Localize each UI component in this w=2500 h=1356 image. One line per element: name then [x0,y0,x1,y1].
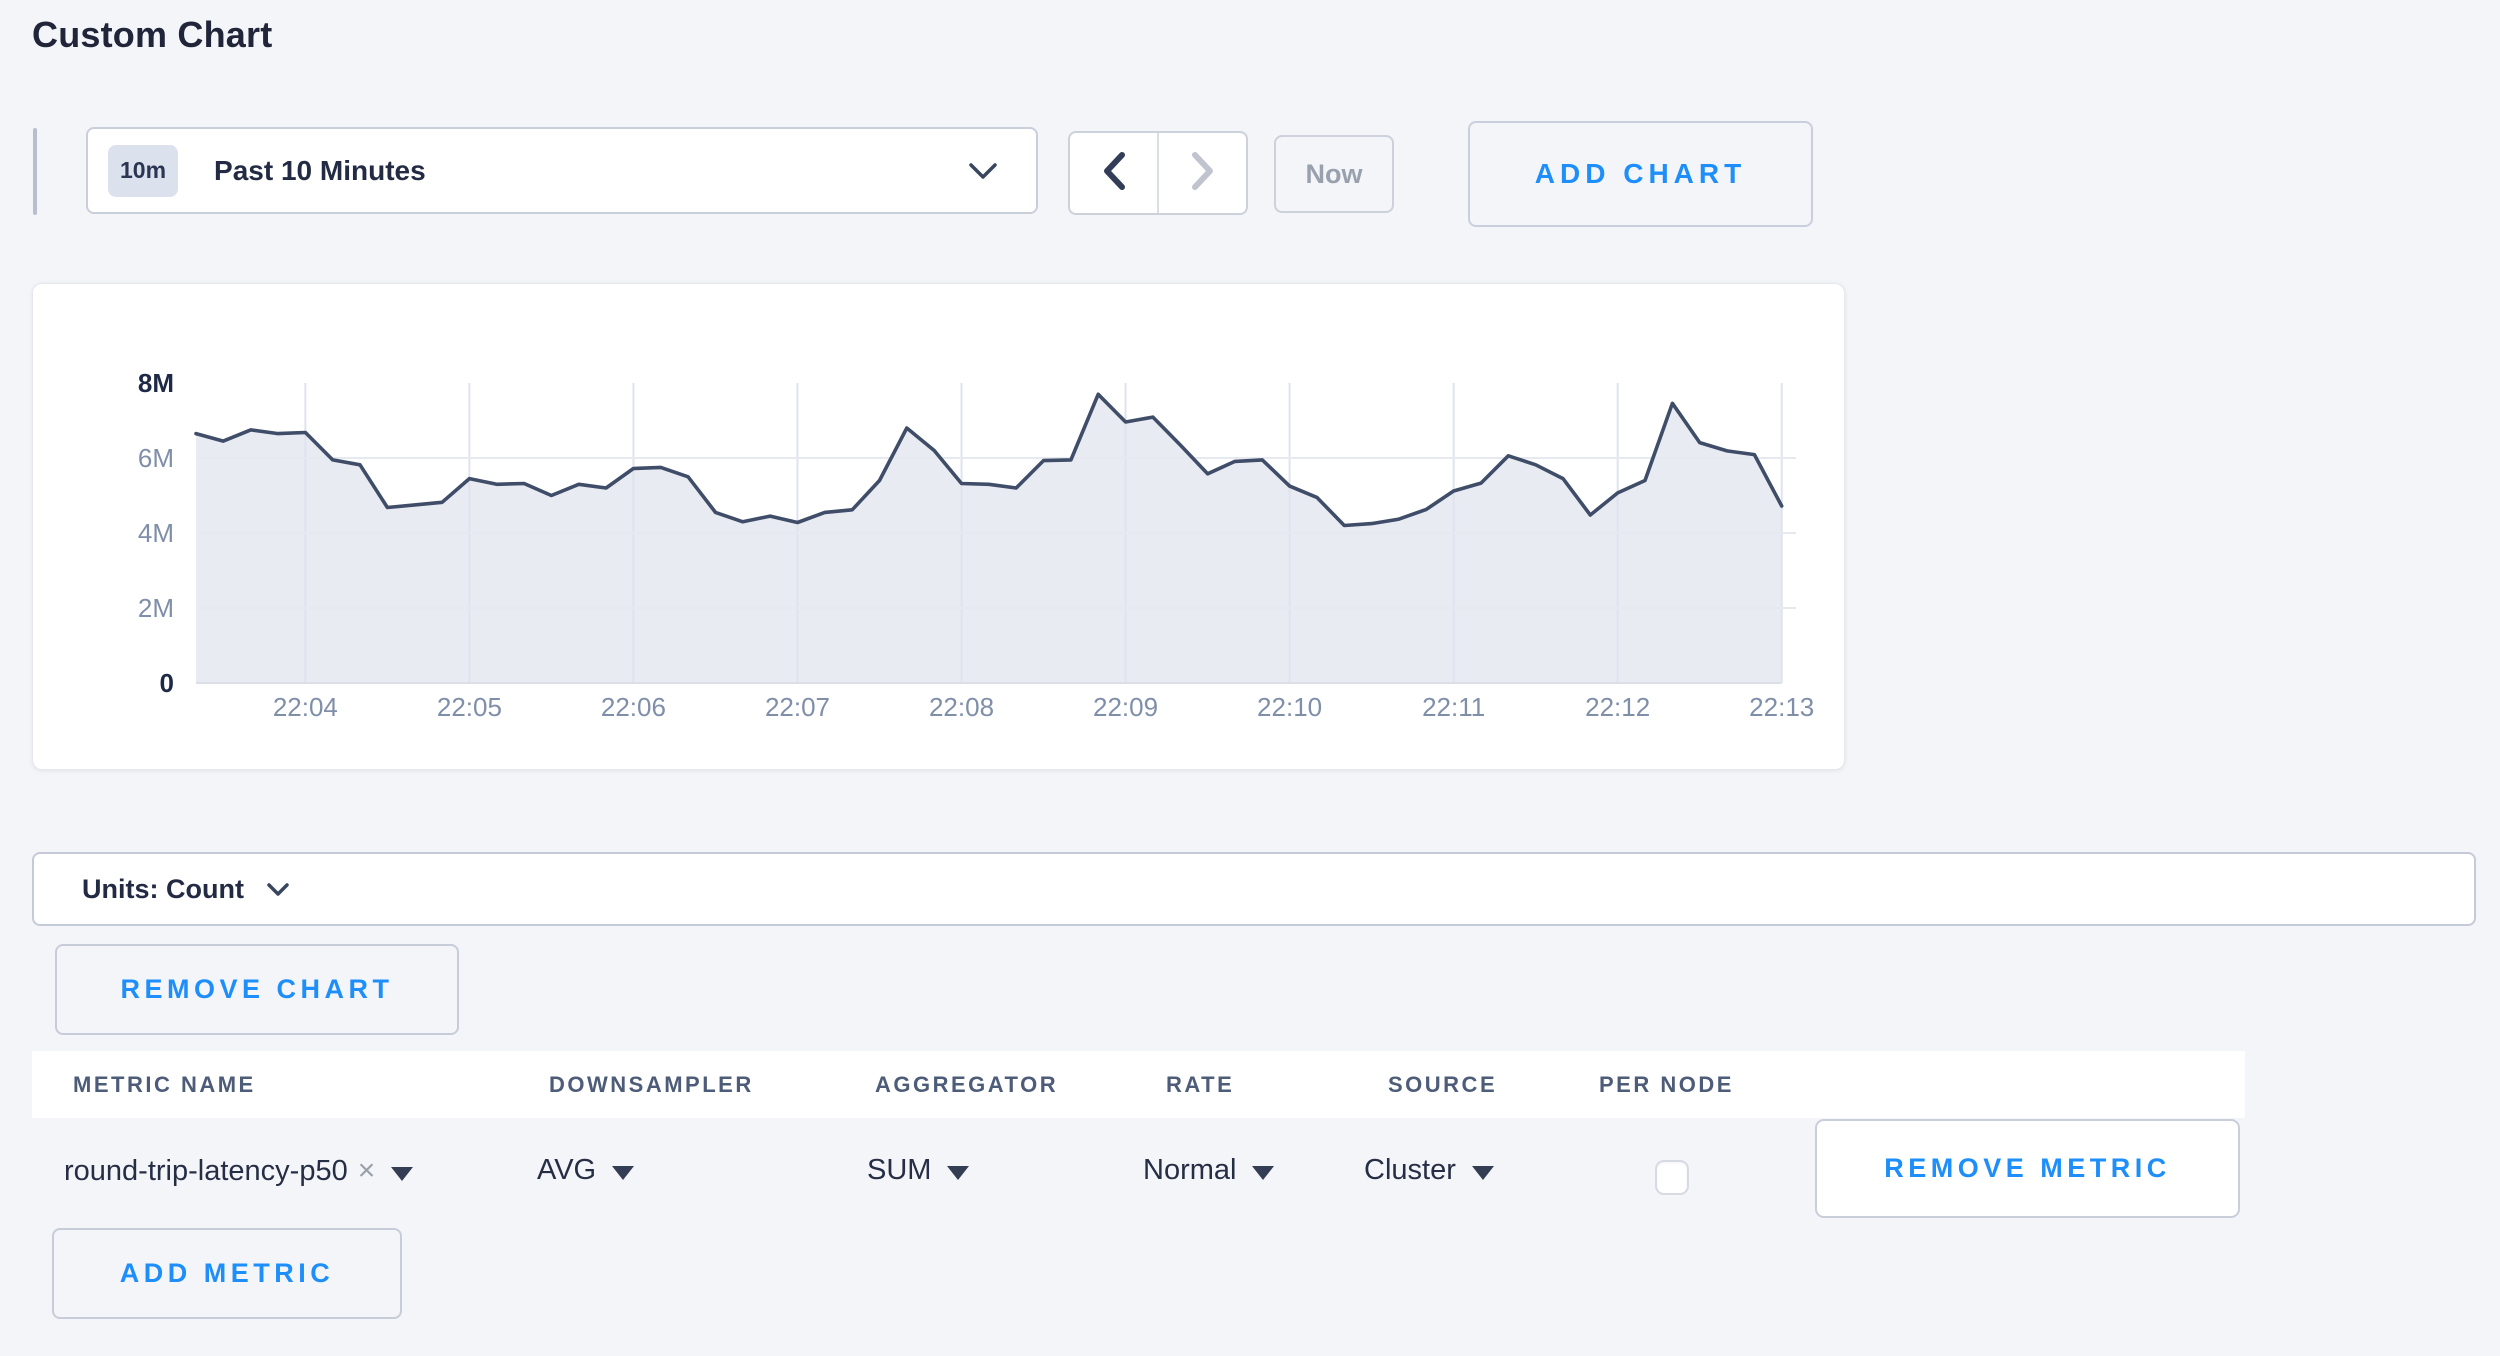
close-icon[interactable]: × [358,1154,376,1188]
y-axis-tick-label: 2M [138,593,174,623]
source-value: Cluster [1364,1154,1456,1187]
time-back-button[interactable] [1070,133,1157,213]
column-header-downsampler: DOWNSAMPLER [549,1072,754,1098]
remove-chart-button[interactable]: REMOVE CHART [55,944,459,1035]
caret-down-icon [947,1166,969,1180]
column-header-metric-name: METRIC NAME [73,1072,256,1098]
chevron-down-icon [266,882,290,897]
time-range-dropdown[interactable]: 10m Past 10 Minutes [86,127,1038,214]
chart-area-fill [196,394,1782,683]
column-header-aggregator: AGGREGATOR [875,1072,1058,1098]
time-forward-button[interactable] [1157,133,1246,213]
x-axis-tick-label: 22:04 [273,692,338,722]
units-label: Units: Count [82,874,244,905]
custom-chart-svg[interactable]: 22:04 22:05 22:06 22:07 22:08 22:09 22:10 22:11… [33,284,1846,771]
column-header-rate: RATE [1166,1072,1234,1098]
x-axis-tick-label: 22:08 [929,692,994,722]
x-axis-tick-label: 22:12 [1585,692,1650,722]
x-axis-tick-label: 22:07 [765,692,830,722]
per-node-checkbox[interactable] [1655,1160,1689,1195]
y-axis-tick-label: 4M [138,518,174,548]
time-shift-button-group [1068,131,1248,215]
chevron-left-icon [1102,151,1126,196]
x-axis-tick-label: 22:10 [1257,692,1322,722]
add-chart-button[interactable]: ADD CHART [1468,121,1813,227]
metric-name-select[interactable]: round-trip-latency-p50 × [64,1154,413,1188]
caret-down-icon [1252,1166,1274,1180]
now-button[interactable]: Now [1274,135,1394,213]
metric-row: round-trip-latency-p50 × AVG SUM Normal … [32,1118,2492,1228]
downsampler-select[interactable]: AVG [537,1154,634,1187]
chevron-down-icon [968,162,998,180]
time-range-label: Past 10 Minutes [214,155,426,187]
metric-name-value: round-trip-latency-p50 [64,1155,348,1188]
units-dropdown[interactable]: Units: Count [32,852,2476,926]
metrics-table-header: METRIC NAME DOWNSAMPLER AGGREGATOR RATE … [32,1051,2245,1118]
aggregator-select[interactable]: SUM [867,1154,969,1187]
add-metric-button[interactable]: ADD METRIC [52,1228,402,1319]
page-title: Custom Chart [32,14,272,56]
x-axis-tick-label: 22:09 [1093,692,1158,722]
chevron-right-icon [1191,151,1215,196]
chart-card: 22:04 22:05 22:06 22:07 22:08 22:09 22:10 22:11… [32,283,1845,770]
caret-down-icon [1472,1166,1494,1180]
column-header-per-node: PER NODE [1599,1072,1734,1098]
downsampler-value: AVG [537,1154,596,1187]
time-range-badge: 10m [108,145,178,197]
rate-value: Normal [1143,1154,1236,1187]
aggregator-value: SUM [867,1154,931,1187]
caret-down-icon [612,1166,634,1180]
x-axis-tick-label: 22:11 [1422,692,1485,722]
y-axis-tick-label: 6M [138,443,174,473]
y-axis-tick-label: 0 [160,668,174,698]
source-select[interactable]: Cluster [1364,1154,1494,1187]
y-axis-tick-label: 8M [138,368,174,398]
x-axis-tick-label: 22:05 [437,692,502,722]
x-axis-tick-label: 22:06 [601,692,666,722]
toolbar-accent-bar [33,128,37,215]
x-axis-tick-label: 22:13 [1749,692,1814,722]
column-header-source: SOURCE [1388,1072,1497,1098]
rate-select[interactable]: Normal [1143,1154,1274,1187]
caret-down-icon [391,1167,413,1181]
remove-metric-button[interactable]: REMOVE METRIC [1815,1119,2240,1218]
